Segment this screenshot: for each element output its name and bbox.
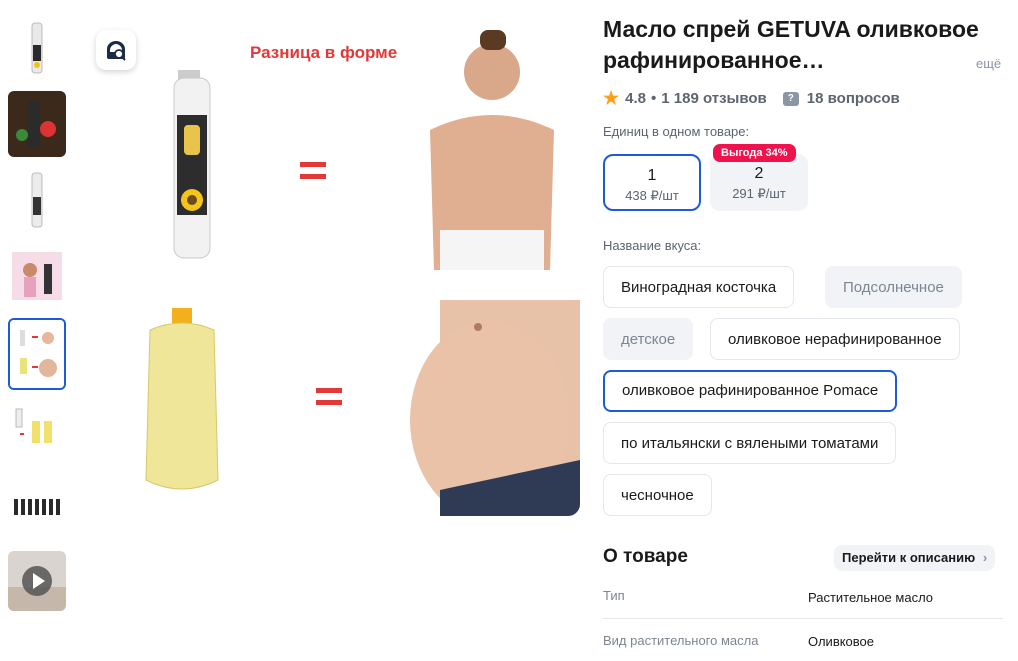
rating-row: ★ 4.8 • 1 189 отзывов ? 18 вопросов [603, 88, 900, 109]
chevron-right-icon: › [982, 550, 988, 565]
questions-count: 18 вопросов [806, 90, 900, 107]
flavor-option-kids[interactable]: детское [603, 318, 694, 360]
separator-dot: • [651, 90, 657, 107]
thumbnail-7[interactable] [8, 473, 66, 539]
reviews-link[interactable]: 1 189 отзывов [661, 90, 767, 107]
star-icon: ★ [603, 88, 620, 108]
goto-description-button[interactable]: Перейти к описанию › [834, 545, 996, 571]
thumbnail-video[interactable] [8, 551, 66, 611]
thumbnail-1[interactable] [8, 15, 66, 81]
main-product-image[interactable] [80, 20, 580, 516]
unit-count: 2 [754, 165, 764, 182]
spec-value: Оливковое [808, 634, 875, 649]
spec-divider [603, 618, 1003, 619]
spec-key: Вид растительного масла [603, 633, 759, 648]
spec-value: Растительное масло [808, 590, 934, 605]
unit-price: 291 ₽/шт [732, 186, 786, 201]
question-bubble-icon: ? [782, 91, 799, 106]
flavor-option-italian-tomatoes[interactable]: по итальянски с вялеными томатами [603, 422, 897, 464]
rating-value: 4.8 [625, 90, 646, 107]
image-caption: Разница в форме [250, 43, 398, 62]
goto-label: Перейти к описанию [842, 550, 976, 565]
flavor-option-grape[interactable]: Виноградная косточка [603, 266, 795, 308]
product-title: Масло спрей GETUVA оливковое рафинирован… [603, 16, 979, 73]
units-label: Единиц в одном товаре: [603, 124, 750, 139]
thumbnail-2[interactable] [8, 91, 66, 157]
thumbnail-3[interactable] [8, 167, 66, 233]
unit-count: 1 [647, 167, 657, 184]
thumbnail-4[interactable] [8, 244, 66, 310]
flavor-option-sunflower[interactable]: Подсолнечное [825, 266, 962, 308]
questions-link[interactable]: ? 18 вопросов [782, 90, 900, 107]
about-heading: О товаре [603, 546, 688, 567]
image-search-icon[interactable] [96, 30, 136, 70]
unit-price: 438 ₽/шт [625, 188, 679, 203]
flavor-option-olive-pomace-selected[interactable]: оливковое рафинированное Pomace [603, 370, 898, 412]
unit-option-1[interactable]: 1 438 ₽/шт [603, 154, 701, 211]
flavor-label: Название вкуса: [603, 238, 702, 253]
flavor-option-olive-unrefined[interactable]: оливковое нерафинированное [710, 318, 960, 360]
unit-option-2[interactable]: 2 291 ₽/шт [710, 154, 808, 211]
thumbnail-6[interactable] [8, 397, 66, 463]
discount-badge: Выгода 34% [713, 144, 796, 162]
thumbnail-5-active[interactable] [8, 318, 66, 390]
title-more-link[interactable]: ещё [976, 56, 1001, 71]
flavor-option-garlic[interactable]: чесночное [603, 474, 712, 516]
spec-key: Тип [603, 588, 625, 603]
